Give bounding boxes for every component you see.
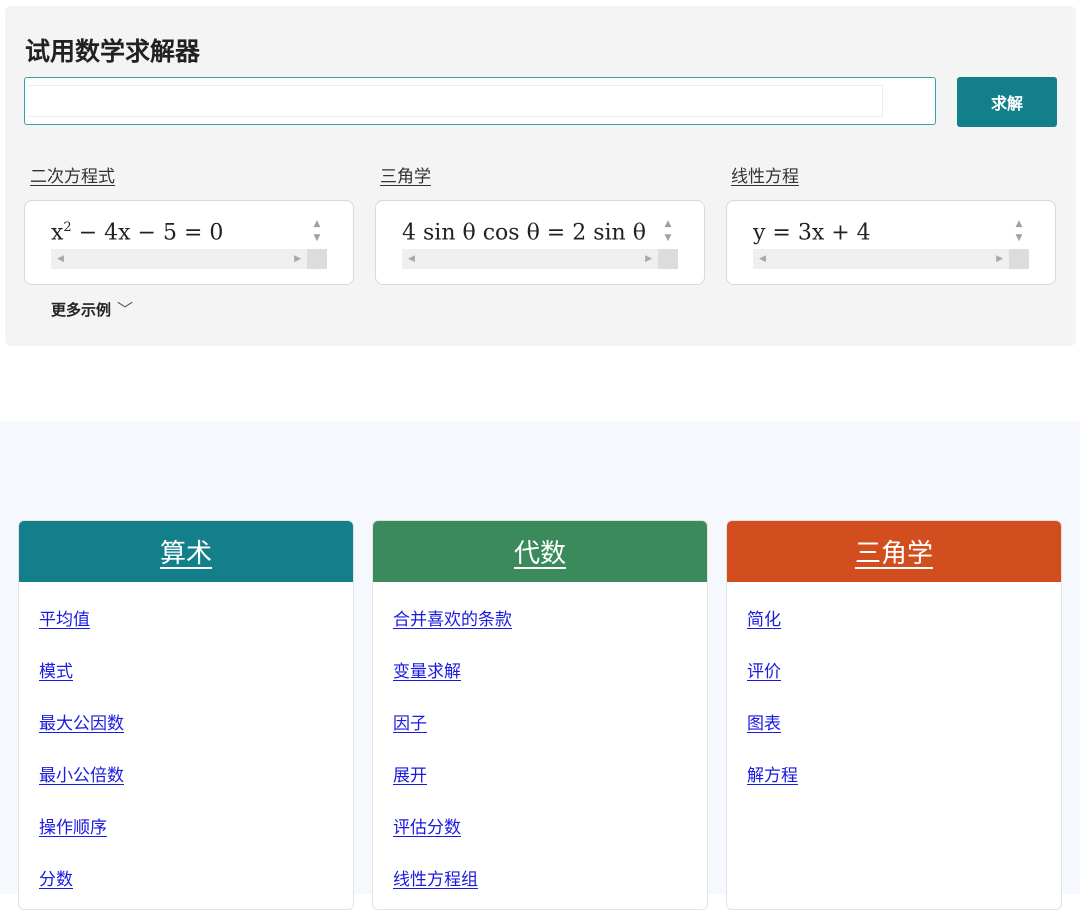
- topic-link[interactable]: 因子: [393, 709, 427, 734]
- spinner-arrows-icon[interactable]: ▲ ▼: [1009, 217, 1029, 250]
- horizontal-scrollbar[interactable]: ◀ ▶: [753, 249, 1009, 269]
- example-category-linear[interactable]: 线性方程: [731, 162, 799, 187]
- topic-card-trigonometry: 三角学 简化 评价 图表 解方程: [726, 520, 1062, 910]
- topic-link[interactable]: 最小公倍数: [39, 761, 124, 786]
- example-expression: x2 − 4x − 5 = 0: [51, 220, 224, 246]
- topic-link[interactable]: 展开: [393, 761, 427, 786]
- example-category-quadratic[interactable]: 二次方程式: [30, 162, 115, 187]
- scroll-left-icon[interactable]: ◀: [408, 249, 415, 269]
- topic-title-algebra[interactable]: 代数: [373, 521, 707, 582]
- horizontal-scrollbar[interactable]: ◀ ▶: [402, 249, 658, 269]
- scroll-corner: [307, 249, 327, 269]
- topic-link[interactable]: 最大公因数: [39, 709, 124, 734]
- topic-link[interactable]: 图表: [747, 709, 781, 734]
- example-card-linear[interactable]: y = 3x + 4 ▲ ▼ ◀ ▶: [726, 200, 1056, 285]
- math-input[interactable]: [24, 77, 936, 125]
- example-category-trig[interactable]: 三角学: [380, 162, 431, 187]
- topic-card-arithmetic: 算术 平均值 模式 最大公因数 最小公倍数 操作顺序 分数: [18, 520, 354, 910]
- scroll-left-icon[interactable]: ◀: [57, 249, 64, 269]
- solve-button[interactable]: 求解: [957, 77, 1057, 127]
- topic-link[interactable]: 变量求解: [393, 657, 461, 682]
- topic-link[interactable]: 模式: [39, 657, 73, 682]
- topic-card-algebra: 代数 合并喜欢的条款 变量求解 因子 展开 评估分数 线性方程组: [372, 520, 708, 910]
- topic-link[interactable]: 线性方程组: [393, 865, 478, 890]
- example-expression: 4 sin θ cos θ = 2 sin θ: [402, 220, 646, 246]
- chevron-down-icon: ﹀: [117, 300, 134, 319]
- more-examples-toggle[interactable]: 更多示例 ﹀: [51, 296, 133, 320]
- topic-link[interactable]: 简化: [747, 605, 781, 630]
- spinner-arrows-icon[interactable]: ▲ ▼: [307, 217, 327, 250]
- solver-title: 试用数学求解器: [25, 37, 201, 66]
- scroll-right-icon[interactable]: ▶: [294, 249, 301, 269]
- topic-link[interactable]: 合并喜欢的条款: [393, 605, 512, 630]
- topic-title-trigonometry[interactable]: 三角学: [727, 521, 1061, 582]
- scroll-right-icon[interactable]: ▶: [645, 249, 652, 269]
- math-input-field[interactable]: [28, 85, 883, 117]
- math-solver-panel: 试用数学求解器 求解 二次方程式 x2 − 4x − 5 = 0 ▲ ▼ ◀ ▶ 三…: [5, 6, 1076, 346]
- scroll-right-icon[interactable]: ▶: [996, 249, 1003, 269]
- spinner-arrows-icon[interactable]: ▲ ▼: [658, 217, 678, 250]
- example-expression: y = 3x + 4: [753, 220, 871, 246]
- example-card-trig[interactable]: 4 sin θ cos θ = 2 sin θ ▲ ▼ ◀ ▶: [375, 200, 705, 285]
- scroll-corner: [658, 249, 678, 269]
- scroll-left-icon[interactable]: ◀: [759, 249, 766, 269]
- topic-link[interactable]: 分数: [39, 865, 73, 890]
- horizontal-scrollbar[interactable]: ◀ ▶: [51, 249, 307, 269]
- topic-title-arithmetic[interactable]: 算术: [19, 521, 353, 582]
- scroll-corner: [1009, 249, 1029, 269]
- topic-link[interactable]: 评估分数: [393, 813, 461, 838]
- topic-link[interactable]: 解方程: [747, 761, 798, 786]
- topic-link[interactable]: 评价: [747, 657, 781, 682]
- topic-link[interactable]: 平均值: [39, 605, 90, 630]
- example-card-quadratic[interactable]: x2 − 4x − 5 = 0 ▲ ▼ ◀ ▶: [24, 200, 354, 285]
- topic-link[interactable]: 操作顺序: [39, 813, 107, 838]
